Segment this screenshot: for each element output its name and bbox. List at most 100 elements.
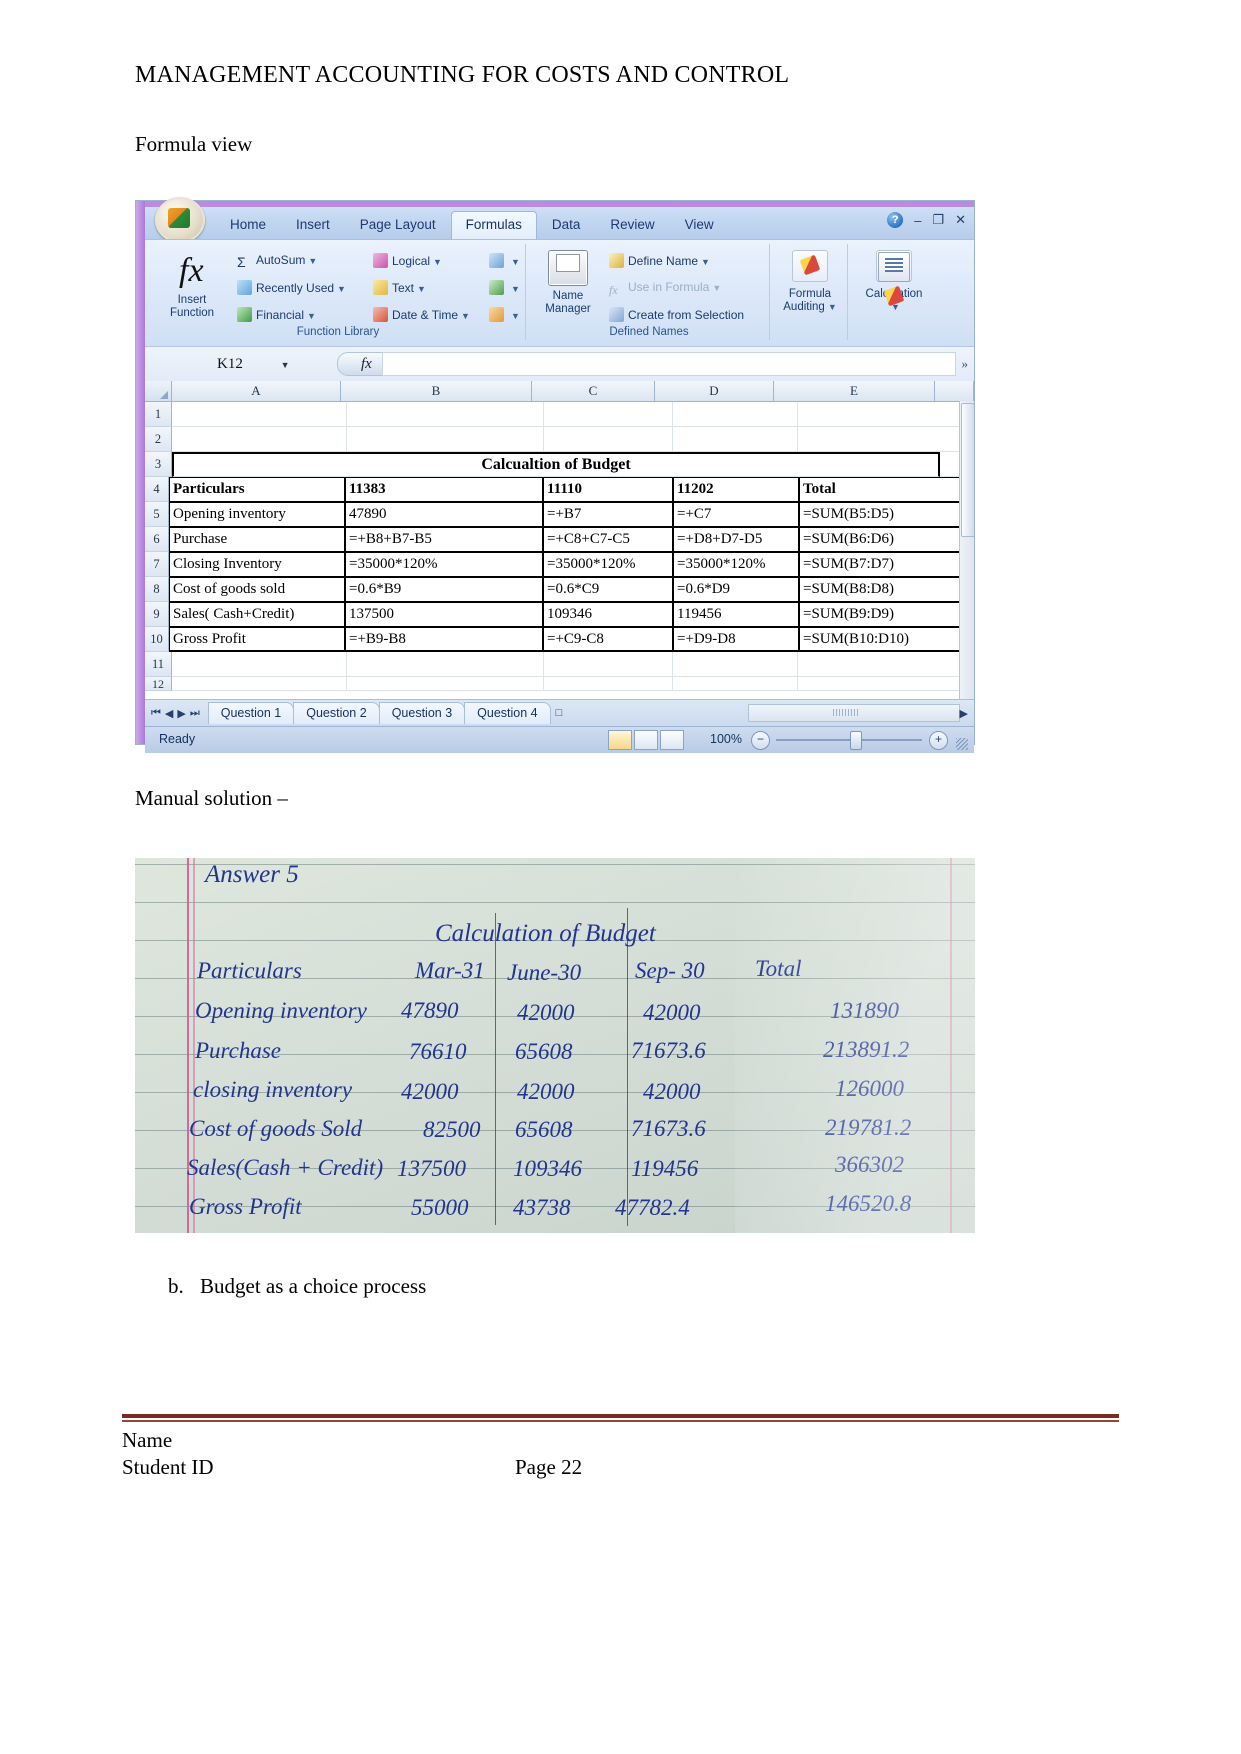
row-header-9[interactable]: 9 (145, 602, 169, 627)
cell-d5[interactable]: =+C7 (673, 502, 799, 527)
cell-c12[interactable] (544, 677, 673, 691)
row-header-6[interactable]: 6 (145, 527, 169, 552)
financial-button[interactable]: Financial ▼ (237, 307, 316, 322)
cell-c11[interactable] (544, 652, 673, 677)
office-button-icon[interactable] (155, 197, 205, 243)
cell-c5[interactable]: =+B7 (543, 502, 673, 527)
zoom-level-text[interactable]: 100% (710, 732, 742, 746)
insert-function-button[interactable]: Insert Function (155, 294, 229, 319)
tab-review[interactable]: Review (595, 211, 669, 239)
cell-e11[interactable] (798, 652, 965, 677)
sheet-tab-question-1[interactable]: Question 1 (207, 702, 295, 724)
cell-a10[interactable]: Gross Profit (169, 627, 345, 652)
insert-function-small-icon[interactable]: fx (361, 356, 372, 373)
cell-d11[interactable] (673, 652, 798, 677)
cell-d9[interactable]: 119456 (673, 602, 799, 627)
column-header-b[interactable]: B (341, 381, 532, 401)
sheet-tab-question-3[interactable]: Question 3 (378, 702, 466, 724)
last-sheet-icon[interactable]: ⏭ (190, 707, 200, 720)
create-from-selection-button[interactable]: Create from Selection (609, 307, 744, 322)
tab-page-layout[interactable]: Page Layout (345, 211, 451, 239)
cell-a6[interactable]: Purchase (169, 527, 345, 552)
formula-input[interactable] (381, 352, 956, 376)
column-header-e[interactable]: E (774, 381, 935, 401)
scroll-right-icon[interactable]: ▶ (960, 707, 968, 720)
row-header-12[interactable]: 12 (145, 677, 172, 691)
page-layout-view-icon[interactable] (634, 730, 658, 750)
cell-b10[interactable]: =+B9-B8 (345, 627, 543, 652)
row-header-8[interactable]: 8 (145, 577, 169, 602)
cell-e5[interactable]: =SUM(B5:D5) (799, 502, 967, 527)
cell-e10[interactable]: =SUM(B10:D10) (799, 627, 967, 652)
cell-c2[interactable] (544, 427, 673, 452)
vertical-scrollbar-thumb[interactable] (961, 403, 974, 537)
row-header-10[interactable]: 10 (145, 627, 169, 652)
cell-d6[interactable]: =+D8+D7-D5 (673, 527, 799, 552)
zoom-slider-handle[interactable] (850, 731, 862, 750)
sheet-tab-question-4[interactable]: Question 4 (464, 702, 551, 724)
tab-data[interactable]: Data (537, 211, 596, 239)
cell-e4[interactable]: Total (799, 477, 967, 502)
name-box[interactable]: K12 ▼ (199, 356, 335, 373)
cell-e9[interactable]: =SUM(B9:D9) (799, 602, 967, 627)
cell-e2[interactable] (798, 427, 965, 452)
cell-d2[interactable] (673, 427, 798, 452)
horizontal-scrollbar[interactable] (748, 704, 960, 722)
restore-icon[interactable]: ❐ (932, 212, 944, 228)
cell-c4[interactable]: 11110 (543, 477, 673, 502)
row-header-1[interactable]: 1 (145, 402, 172, 427)
insert-function-icon[interactable]: fx (179, 252, 204, 290)
cell-b7[interactable]: =35000*120% (345, 552, 543, 577)
minimize-icon[interactable]: – (914, 213, 921, 228)
cell-d1[interactable] (673, 402, 798, 427)
tab-insert[interactable]: Insert (281, 211, 345, 239)
tab-formulas[interactable]: Formulas (450, 211, 537, 240)
zoom-slider-track[interactable] (776, 739, 922, 741)
cell-e8[interactable]: =SUM(B8:D8) (799, 577, 967, 602)
vertical-scrollbar[interactable] (959, 401, 974, 699)
cell-e12[interactable] (798, 677, 965, 691)
zoom-in-icon[interactable]: + (929, 731, 948, 750)
cell-a7[interactable]: Closing Inventory (169, 552, 345, 577)
chevron-down-icon[interactable]: ▼ (281, 360, 290, 370)
cell-a9[interactable]: Sales( Cash+Credit) (169, 602, 345, 627)
row-header-11[interactable]: 11 (145, 652, 172, 677)
more-functions-button[interactable]: ▼ (489, 307, 520, 322)
next-sheet-icon[interactable]: ▶ (177, 707, 185, 720)
prev-sheet-icon[interactable]: ◀ (165, 707, 173, 720)
column-header-f[interactable] (935, 381, 974, 401)
date-time-button[interactable]: Date & Time ▼ (373, 307, 470, 322)
cell-b6[interactable]: =+B8+B7-B5 (345, 527, 543, 552)
calculation-button[interactable]: Calculation ▼ (859, 250, 929, 313)
close-icon[interactable]: ✕ (955, 212, 966, 228)
cell-b1[interactable] (347, 402, 544, 427)
cell-e7[interactable]: =SUM(B7:D7) (799, 552, 967, 577)
lookup-reference-button[interactable]: ▼ (489, 253, 520, 268)
row-header-3[interactable]: 3 (145, 452, 172, 477)
tab-home[interactable]: Home (215, 211, 281, 239)
cell-e6[interactable]: =SUM(B6:D6) (799, 527, 967, 552)
resize-grip-icon[interactable] (956, 738, 968, 750)
row-header-2[interactable]: 2 (145, 427, 172, 452)
cell-a2[interactable] (172, 427, 347, 452)
logical-button[interactable]: Logical ▼ (373, 253, 442, 268)
math-trig-button[interactable]: ▼ (489, 280, 520, 295)
cell-b5[interactable]: 47890 (345, 502, 543, 527)
cell-c6[interactable]: =+C8+C7-C5 (543, 527, 673, 552)
cell-b12[interactable] (347, 677, 544, 691)
define-name-button[interactable]: Define Name ▼ (609, 253, 710, 268)
cell-b2[interactable] (347, 427, 544, 452)
cell-d10[interactable]: =+D9-D8 (673, 627, 799, 652)
cell-a11[interactable] (172, 652, 347, 677)
expand-formula-bar-icon[interactable]: » (962, 356, 969, 372)
cell-c7[interactable]: =35000*120% (543, 552, 673, 577)
cell-c10[interactable]: =+C9-C8 (543, 627, 673, 652)
cell-d12[interactable] (673, 677, 798, 691)
cell-a5[interactable]: Opening inventory (169, 502, 345, 527)
help-icon[interactable]: ? (887, 212, 904, 228)
cell-d8[interactable]: =0.6*D9 (673, 577, 799, 602)
insert-sheet-icon[interactable]: □ (556, 707, 563, 719)
autosum-button[interactable]: Σ AutoSum ▼ (237, 253, 317, 270)
zoom-out-icon[interactable]: − (751, 731, 770, 750)
sheet-tab-question-2[interactable]: Question 2 (293, 702, 380, 724)
